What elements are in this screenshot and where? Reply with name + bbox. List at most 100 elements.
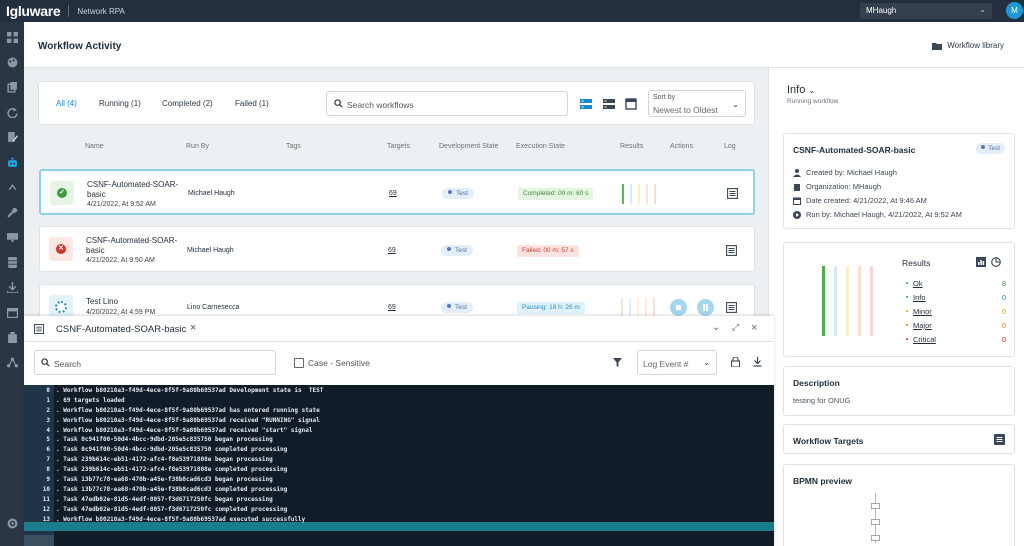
col-results[interactable]: Results bbox=[620, 143, 643, 150]
gear-icon[interactable] bbox=[5, 516, 19, 530]
download-icon[interactable] bbox=[5, 280, 19, 294]
robot-icon[interactable] bbox=[5, 155, 19, 169]
tab-completed[interactable]: Completed (2) bbox=[162, 99, 213, 108]
log-line-text: . Workflow b80210a3-f49d-4ece-8f5f-9a80b… bbox=[56, 387, 324, 394]
close-icon[interactable]: × bbox=[751, 322, 757, 334]
close-tab-icon[interactable]: × bbox=[190, 322, 196, 334]
row-run-by: Lino Carnesecca bbox=[187, 304, 240, 311]
organization-line: Organization: MHaugh bbox=[793, 182, 881, 191]
results-title: Results bbox=[902, 258, 931, 268]
log-line: 8 . Task 239b614c-eb51-4172-afc4-f8e53971… bbox=[24, 465, 774, 475]
exec-state-badge: Failed: 00 m: 57 s bbox=[517, 245, 579, 257]
log-icon[interactable] bbox=[726, 245, 737, 256]
results-card: Results Ok 8 Info 0 Minor 0 Major 0 Critical… bbox=[783, 242, 1015, 357]
log-line-number: 3 bbox=[46, 416, 50, 424]
col-log[interactable]: Log bbox=[724, 143, 736, 150]
col-name[interactable]: Name bbox=[85, 143, 104, 150]
monitor-icon[interactable] bbox=[5, 230, 19, 244]
col-targets[interactable]: Targets bbox=[387, 143, 410, 150]
expand-icon[interactable]: ⤢ bbox=[732, 322, 739, 333]
workflow-library-link[interactable]: Workflow library bbox=[932, 41, 1004, 50]
lock-icon[interactable] bbox=[731, 357, 740, 367]
result-ok[interactable]: Ok 8 bbox=[906, 279, 1006, 288]
avatar[interactable]: M bbox=[1006, 2, 1023, 19]
dashboard-icon[interactable] bbox=[5, 30, 19, 44]
col-run-by[interactable]: Run By bbox=[186, 143, 209, 150]
download-icon[interactable] bbox=[753, 357, 762, 367]
list-icon[interactable] bbox=[994, 434, 1005, 445]
sync-icon[interactable] bbox=[5, 105, 19, 119]
log-event-select[interactable]: Log Event # ⌄ bbox=[637, 350, 717, 375]
tab-failed[interactable]: Failed (1) bbox=[235, 99, 269, 108]
results-chart bbox=[822, 266, 873, 336]
row-date: 4/21/2022, At 9:52 AM bbox=[87, 201, 156, 208]
palette-icon[interactable] bbox=[5, 55, 19, 69]
horizontal-scrollbar[interactable] bbox=[24, 535, 54, 546]
row-targets-link[interactable]: 69 bbox=[388, 304, 396, 311]
user-select[interactable]: MHaugh ⌄ bbox=[860, 3, 992, 19]
case-sensitive-checkbox[interactable] bbox=[294, 358, 304, 368]
log-line-text: . Task 13b77c78-ea68-470b-a45e-f38b8cad6… bbox=[56, 485, 288, 493]
log-line-number: 0 bbox=[46, 387, 50, 394]
log-icon[interactable] bbox=[726, 302, 737, 313]
result-info[interactable]: Info 0 bbox=[906, 293, 1006, 302]
pause-button[interactable] bbox=[697, 299, 714, 316]
bar-chart-icon[interactable] bbox=[976, 257, 986, 267]
folder-icon bbox=[932, 42, 943, 50]
chevron-up-icon[interactable] bbox=[5, 180, 19, 194]
network-icon[interactable] bbox=[5, 355, 19, 369]
log-line-number: 1 bbox=[46, 396, 50, 404]
stop-button[interactable] bbox=[670, 299, 687, 316]
pie-chart-icon[interactable] bbox=[991, 257, 1001, 267]
wrench-icon[interactable] bbox=[5, 205, 19, 219]
top-bar: Igluware Network RPA MHaugh ⌄ M bbox=[0, 0, 1024, 22]
dev-state-badge: Test bbox=[441, 245, 473, 256]
chevron-down-icon: ⌄ bbox=[732, 100, 739, 109]
info-title[interactable]: Info ⌄ bbox=[787, 84, 815, 96]
result-critical[interactable]: Critical 0 bbox=[906, 335, 1006, 344]
workflow-targets-card[interactable]: Workflow Targets bbox=[783, 424, 1015, 454]
run-by-line: Run by: Michael Haugh, 4/21/2022, At 9:5… bbox=[793, 210, 962, 219]
dev-state-badge: Test bbox=[976, 143, 1005, 154]
col-actions[interactable]: Actions bbox=[670, 143, 693, 150]
description-card: Description testing for ONUG bbox=[783, 366, 1015, 416]
result-minor[interactable]: Minor 0 bbox=[906, 307, 1006, 316]
calendar-view-icon[interactable] bbox=[624, 97, 638, 111]
sort-label: Sort by bbox=[653, 94, 676, 101]
log-line-number: 2 bbox=[46, 406, 50, 414]
log-console[interactable]: 0 . Workflow b80210a3-f49d-4ece-8f5f-9a80… bbox=[24, 385, 774, 546]
log-line-text: . Task 0c941f00-50d4-4bcc-9dbd-205e5c835… bbox=[56, 446, 288, 454]
row-targets-link[interactable]: 69 bbox=[389, 190, 397, 197]
col-development-state[interactable]: Development State bbox=[439, 143, 499, 150]
tab-running[interactable]: Running (1) bbox=[99, 99, 141, 108]
col-tags[interactable]: Tags bbox=[286, 143, 301, 150]
copy-icon[interactable] bbox=[5, 80, 19, 94]
chevron-down-icon: ⌄ bbox=[703, 358, 710, 367]
log-icon[interactable] bbox=[727, 188, 738, 199]
result-major[interactable]: Major 0 bbox=[906, 321, 1006, 330]
table-row[interactable]: ✓ CSNF-Automated-SOAR-basic 4/21/2022, A… bbox=[39, 169, 755, 215]
log-line: 11 . Task 47edb02e-81d5-4edf-8057-f3d6717… bbox=[24, 495, 774, 505]
calendar-icon[interactable] bbox=[5, 305, 19, 319]
building-icon[interactable] bbox=[5, 330, 19, 344]
workflow-details-card: CSNF-Automated-SOAR-basic Test Created b… bbox=[783, 133, 1015, 229]
database-icon[interactable] bbox=[5, 255, 19, 269]
app-logo[interactable]: Igluware bbox=[6, 3, 61, 19]
status-failed-icon: ✕ bbox=[49, 237, 73, 261]
search-icon bbox=[334, 99, 343, 108]
edit-doc-icon[interactable] bbox=[5, 130, 19, 144]
sort-select[interactable]: Sort by Newest to Oldest ⌄ bbox=[648, 90, 746, 117]
log-search-input[interactable]: Search bbox=[34, 350, 276, 375]
bpmn-task bbox=[871, 535, 880, 541]
card-view-icon[interactable] bbox=[579, 97, 593, 111]
date-created-line: Date created: 4/21/2022, At 9:46 AM bbox=[793, 196, 927, 205]
chevron-down-icon[interactable]: ⌄ bbox=[712, 322, 720, 333]
row-date: 4/20/2022, At 4:59 PM bbox=[86, 309, 156, 316]
table-row[interactable]: ✕ CSNF-Automated-SOAR-basic 4/21/2022, A… bbox=[39, 226, 755, 272]
row-targets-link[interactable]: 69 bbox=[388, 247, 396, 254]
tab-all[interactable]: All (4) bbox=[56, 99, 77, 108]
search-workflows-input[interactable]: Search workflows bbox=[326, 91, 568, 116]
filter-icon[interactable] bbox=[613, 358, 622, 367]
col-execution-state[interactable]: Execution State bbox=[516, 143, 565, 150]
list-view-icon[interactable] bbox=[602, 97, 616, 111]
